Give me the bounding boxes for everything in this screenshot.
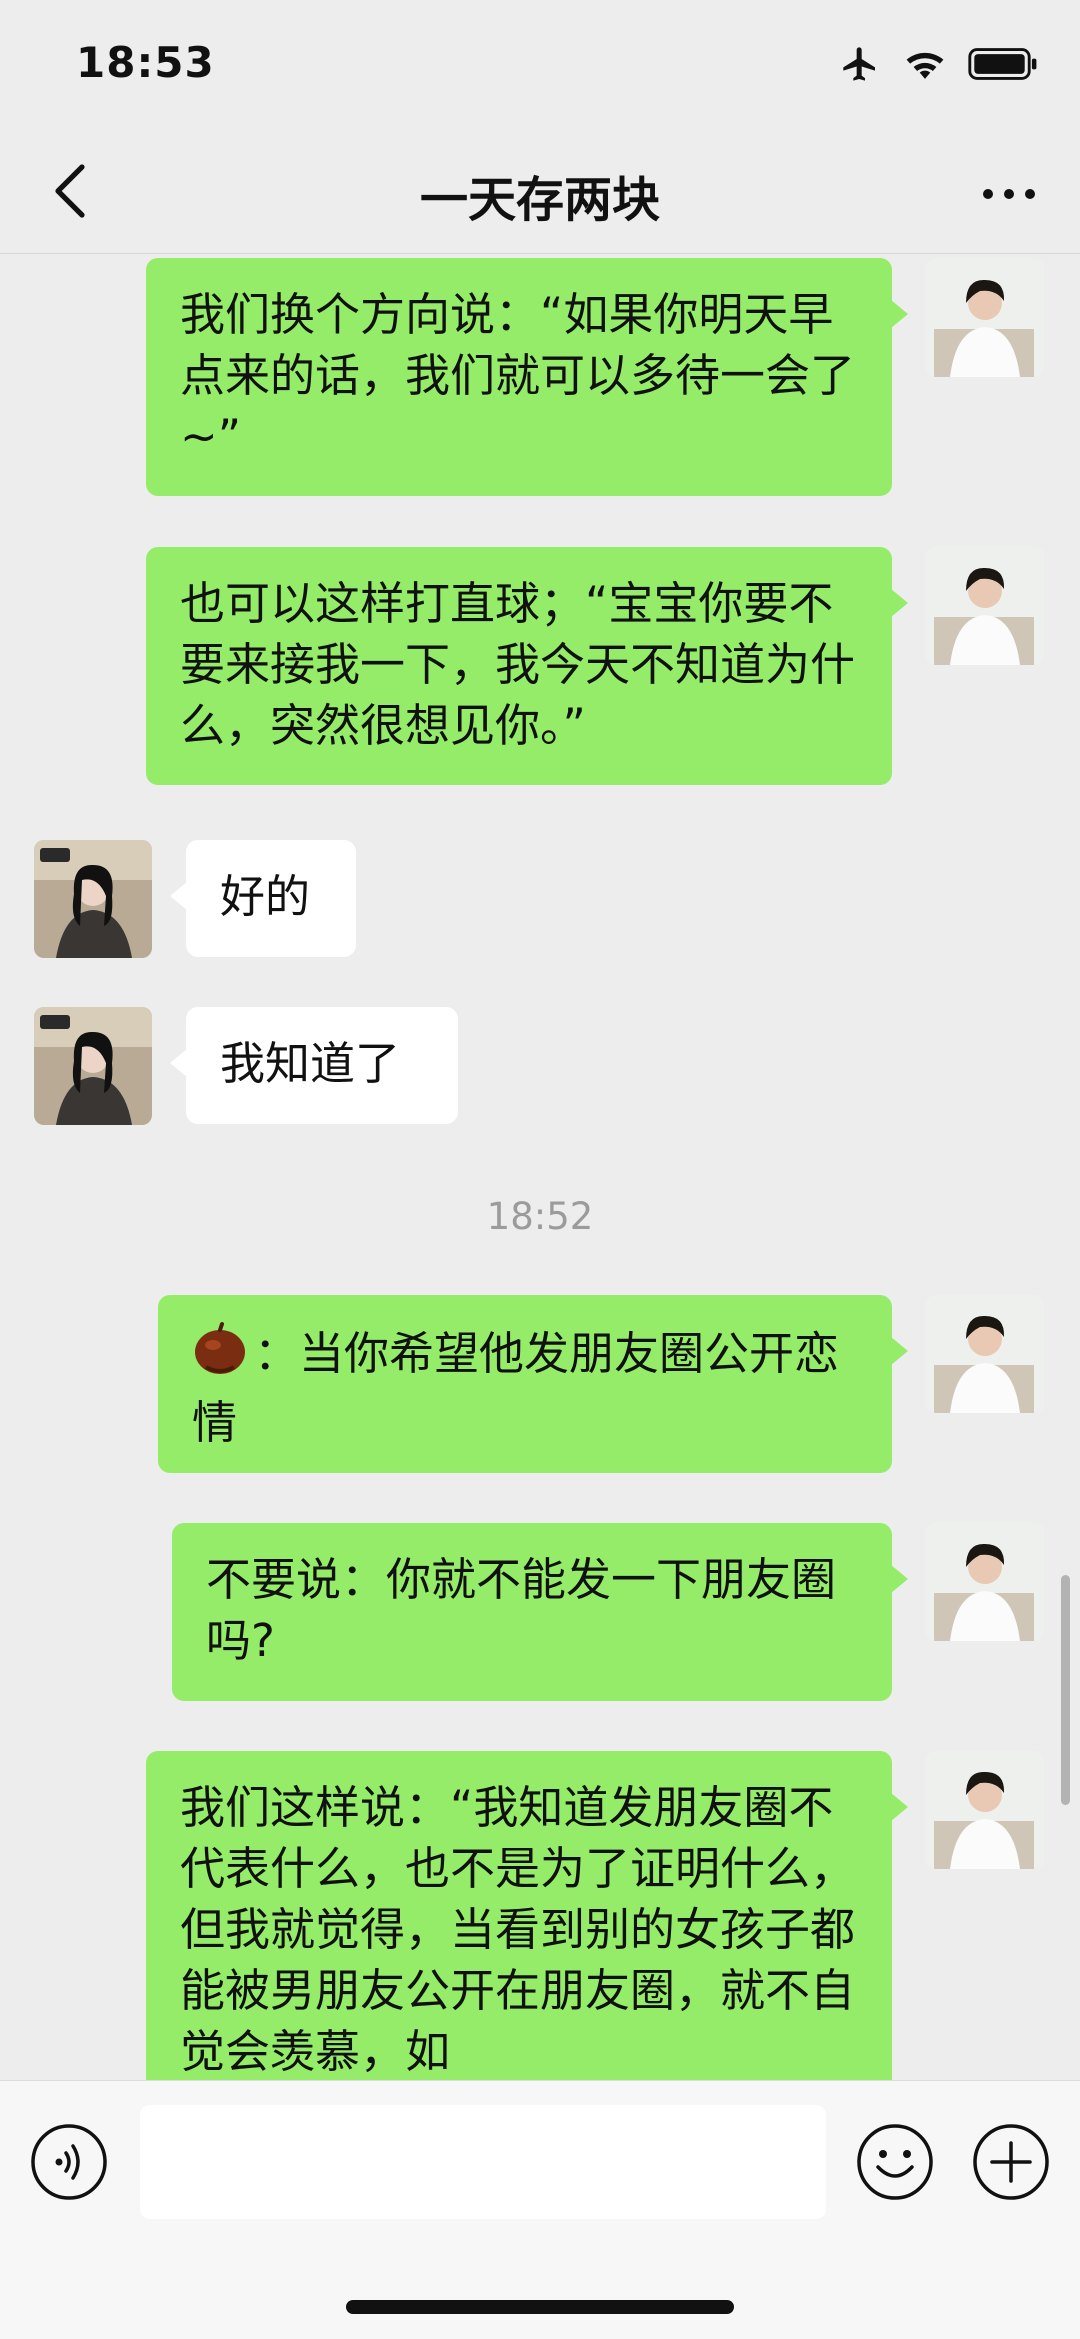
self-avatar[interactable] [926,259,1044,377]
more-options-button[interactable] [974,160,1044,230]
message-text: 我们换个方向说：“如果你明天早点来的话，我们就可以多待一会了~” [180,288,856,463]
self-avatar[interactable] [926,1295,1044,1413]
status-time: 18:53 [76,38,215,87]
message-row-other: 我知道了 [0,1000,1080,1130]
message-bubble-self[interactable]: 我们这样说：“我知道发朋友圈不代表什么，也不是为了证明什么，但我就觉得，当看到别… [146,1751,908,2080]
plus-icon [972,2124,1050,2205]
message-row-self: 也可以这样打直球；“宝宝你要不要来接我一下，我今天不知道为什么，突然很想见你。” [0,545,1080,795]
message-text: 也可以这样打直球；“宝宝你要不要来接我一下，我今天不知道为什么，突然很想见你。” [180,577,856,752]
message-text: 不要说：你就不能发一下朋友圈吗? [206,1553,837,1667]
nav-bar: 一天存两块 [0,130,1080,254]
message-input[interactable] [140,2105,826,2219]
status-icons [838,44,1040,88]
more-functions-button[interactable] [972,2123,1050,2201]
message-row-other: 好的 [0,835,1080,965]
message-row-self: ：当你希望他发朋友圈公开恋情 [0,1295,1080,1485]
airplane-icon [838,44,882,88]
home-indicator[interactable] [346,2300,734,2314]
message-bubble-other[interactable]: 我知道了 [170,1007,458,1124]
message-bubble-self[interactable]: 也可以这样打直球；“宝宝你要不要来接我一下，我今天不知道为什么，突然很想见你。” [146,547,908,785]
message-row-self: 不要说：你就不能发一下朋友圈吗? [0,1523,1080,1713]
scrollbar[interactable] [1061,1575,1070,1805]
self-avatar[interactable] [926,547,1044,665]
chat-screen: 18:53 一天存两块 我们换个方向说：“如果你明天早点来的话，我们就可以多待一… [0,0,1080,2339]
message-text: 我知道了 [220,1037,401,1090]
message-bubble-self[interactable]: 我们换个方向说：“如果你明天早点来的话，我们就可以多待一会了~” [146,258,908,496]
message-timestamp: 18:52 [486,1195,594,1238]
message-text: 好的 [220,870,311,923]
message-text: ：当你希望他发朋友圈公开恋情 [192,1327,840,1449]
voice-button[interactable] [30,2123,108,2201]
wifi-icon [904,47,946,85]
message-bubble-self[interactable]: 不要说：你就不能发一下朋友圈吗? [172,1523,908,1701]
status-bar: 18:53 [0,0,1080,130]
emoji-button[interactable] [856,2123,934,2201]
contact-avatar[interactable] [34,1007,152,1125]
message-list[interactable]: 我们换个方向说：“如果你明天早点来的话，我们就可以多待一会了~” 也可以这样打直… [0,255,1080,2080]
emoji-icon [856,2124,934,2205]
voice-icon [30,2124,108,2205]
battery-icon [968,46,1040,86]
contact-avatar[interactable] [34,840,152,958]
message-bubble-other[interactable]: 好的 [170,840,356,957]
message-bubble-self[interactable]: ：当你希望他发朋友圈公开恋情 [158,1295,908,1473]
message-row-self: 我们这样说：“我知道发朋友圈不代表什么，也不是为了证明什么，但我就觉得，当看到别… [0,1751,1080,2080]
more-dots-icon [981,186,1037,205]
message-text: 我们这样说：“我知道发朋友圈不代表什么，也不是为了证明什么，但我就觉得，当看到别… [180,1781,856,2078]
self-avatar[interactable] [926,1751,1044,1869]
self-avatar[interactable] [926,1523,1044,1641]
chestnut-icon [192,1321,248,1392]
message-row-self: 我们换个方向说：“如果你明天早点来的话，我们就可以多待一会了~” [0,255,1080,505]
chat-title: 一天存两块 [419,172,660,228]
